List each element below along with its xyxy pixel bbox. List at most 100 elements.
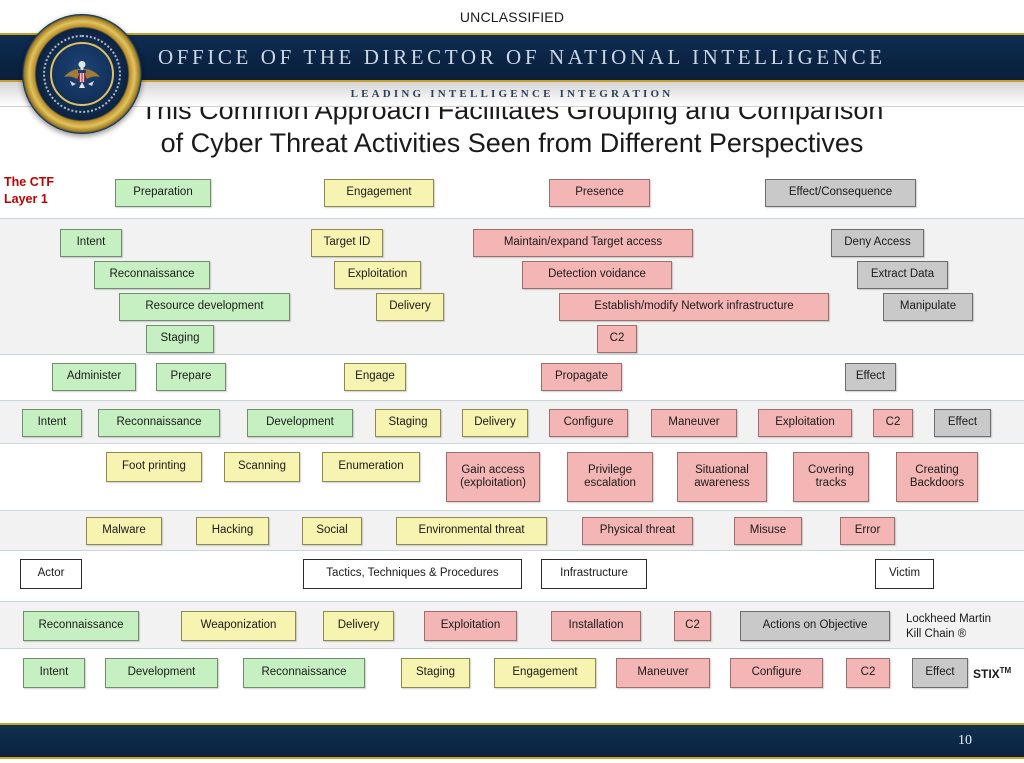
box-presence[interactable]: Presence [549,178,650,207]
box-effect-consequence[interactable]: Effect/Consequence [765,178,916,207]
box-engage[interactable]: Engage [344,362,406,391]
box-propagate[interactable]: Propagate [541,362,622,391]
odni-title-bar: OFFICE OF THE DIRECTOR OF NATIONAL INTEL… [0,33,1024,82]
stix-attribution-label: STIX [973,666,1000,681]
box-engagement[interactable]: Engagement [324,178,434,207]
box-effect-2[interactable]: Effect [934,408,991,437]
box-prepare[interactable]: Prepare [156,362,226,391]
box-kc-c2[interactable]: C2 [674,610,711,641]
box-staging[interactable]: Staging [146,324,214,353]
box-reconnaissance-2[interactable]: Reconnaissance [98,408,220,437]
box-victim[interactable]: Victim [875,558,934,589]
box-error[interactable]: Error [840,516,895,545]
box-hacking[interactable]: Hacking [196,516,269,545]
box-extract-data[interactable]: Extract Data [857,260,948,289]
box-stix-engagement[interactable]: Engagement [494,657,596,688]
box-physical-threat[interactable]: Physical threat [582,516,693,545]
box-enumeration[interactable]: Enumeration [322,451,420,482]
box-stix-development[interactable]: Development [105,657,218,688]
ctf-layer-label-line-2: Layer 1 [4,191,48,206]
box-kc-actions-on-objective[interactable]: Actions on Objective [740,610,890,641]
box-misuse[interactable]: Misuse [734,516,802,545]
row-stix: Intent Development Reconnaissance Stagin… [0,648,1024,697]
box-environmental-threat[interactable]: Environmental threat [396,516,547,545]
box-creating-backdoors[interactable]: Creating Backdoors [896,451,978,502]
row-ctf-layer-1: The CTF Layer 1 Preparation Engagement P… [0,169,1024,218]
slide-footer: 10 [0,717,1024,763]
box-configure[interactable]: Configure [549,408,628,437]
box-privilege-escalation[interactable]: Privilege escalation [567,451,653,502]
classification-banner: UNCLASSIFIED [0,0,1024,33]
box-kc-delivery[interactable]: Delivery [323,610,394,641]
row-administer: Administer Prepare Engage Propagate Effe… [0,354,1024,400]
kill-chain-attribution: Lockheed Martin Kill Chain ® [906,612,991,642]
box-stix-intent[interactable]: Intent [23,657,85,688]
classification-label: UNCLASSIFIED [459,8,565,25]
box-delivery-2[interactable]: Delivery [462,408,528,437]
odni-tagline-bar: LEADING INTELLIGENCE INTEGRATION [0,82,1024,107]
ctf-layer-label: The CTF Layer 1 [4,174,54,208]
box-stix-staging[interactable]: Staging [401,657,470,688]
box-c2[interactable]: C2 [597,324,637,353]
seal-inner-disc [50,42,114,106]
box-maneuver[interactable]: Maneuver [651,408,737,437]
box-scanning[interactable]: Scanning [224,451,300,482]
box-stix-maneuver[interactable]: Maneuver [616,657,710,688]
box-exploitation-2[interactable]: Exploitation [758,408,852,437]
box-development[interactable]: Development [247,408,353,437]
row-actor-ttp: Actor Tactics, Techniques & Procedures I… [0,550,1024,601]
box-covering-tracks[interactable]: Covering tracks [793,451,869,502]
stix-attribution: STIXTM [973,666,1011,681]
slide-title-line-2: of Cyber Threat Activities Seen from Dif… [160,127,864,158]
eagle-icon [64,61,100,89]
box-stix-effect[interactable]: Effect [912,657,968,688]
box-kc-weaponization[interactable]: Weaponization [181,610,296,641]
kill-chain-attribution-line-2: Kill Chain ® [906,627,967,640]
box-target-id[interactable]: Target ID [311,228,383,257]
box-delivery[interactable]: Delivery [376,292,444,321]
box-kc-reconnaissance[interactable]: Reconnaissance [23,610,139,641]
box-preparation[interactable]: Preparation [115,178,211,207]
box-gain-access[interactable]: Gain access (exploitation) [446,451,540,502]
ctf-comparison-diagram: The CTF Layer 1 Preparation Engagement P… [0,169,1024,697]
box-foot-printing[interactable]: Foot printing [106,451,202,482]
box-establish-modify-network-infrastructure[interactable]: Establish/modify Network infrastructure [559,292,829,321]
box-manipulate[interactable]: Manipulate [883,292,973,321]
ctf-layer-label-line-1: The CTF [4,174,54,189]
box-staging-2[interactable]: Staging [375,408,441,437]
row-ctf-layer-2: Intent Reconnaissance Resource developme… [0,217,1024,355]
box-stix-configure[interactable]: Configure [730,657,823,688]
box-social[interactable]: Social [302,516,362,545]
box-ttp[interactable]: Tactics, Techniques & Procedures [303,558,522,589]
kill-chain-attribution-line-1: Lockheed Martin [906,612,992,625]
box-stix-c2[interactable]: C2 [846,657,890,688]
odni-org-title: OFFICE OF THE DIRECTOR OF NATIONAL INTEL… [158,45,886,69]
box-administer[interactable]: Administer [52,362,136,391]
row-attack-methodology: Foot printing Scanning Enumeration Gain … [0,443,1024,510]
box-kc-exploitation[interactable]: Exploitation [424,610,517,641]
row-intent-effect: Intent Reconnaissance Development Stagin… [0,399,1024,444]
box-malware[interactable]: Malware [86,516,162,545]
box-maintain-expand-target-access[interactable]: Maintain/expand Target access [473,228,693,257]
stix-trademark-mark: TM [999,665,1012,675]
box-intent-2[interactable]: Intent [22,408,82,437]
box-situational-awareness[interactable]: Situational awareness [677,451,767,502]
row-threat-action: Malware Hacking Social Environmental thr… [0,509,1024,551]
box-intent[interactable]: Intent [60,228,122,257]
box-reconnaissance[interactable]: Reconnaissance [94,260,210,289]
box-infrastructure[interactable]: Infrastructure [541,558,647,589]
box-actor[interactable]: Actor [20,558,82,589]
box-resource-development[interactable]: Resource development [119,292,290,321]
footer-bar: 10 [0,723,1024,759]
box-c2-2[interactable]: C2 [873,408,913,437]
row-kill-chain: Reconnaissance Weaponization Delivery Ex… [0,600,1024,649]
odni-header: OFFICE OF THE DIRECTOR OF NATIONAL INTEL… [0,33,1024,107]
box-deny-access[interactable]: Deny Access [831,228,924,257]
box-effect[interactable]: Effect [845,362,896,391]
box-detection-voidance[interactable]: Detection voidance [522,260,672,289]
odni-seal-icon [22,14,142,134]
box-stix-reconnaissance[interactable]: Reconnaissance [243,657,365,688]
box-exploitation[interactable]: Exploitation [334,260,421,289]
box-kc-installation[interactable]: Installation [551,610,641,641]
page-number: 10 [958,733,972,748]
